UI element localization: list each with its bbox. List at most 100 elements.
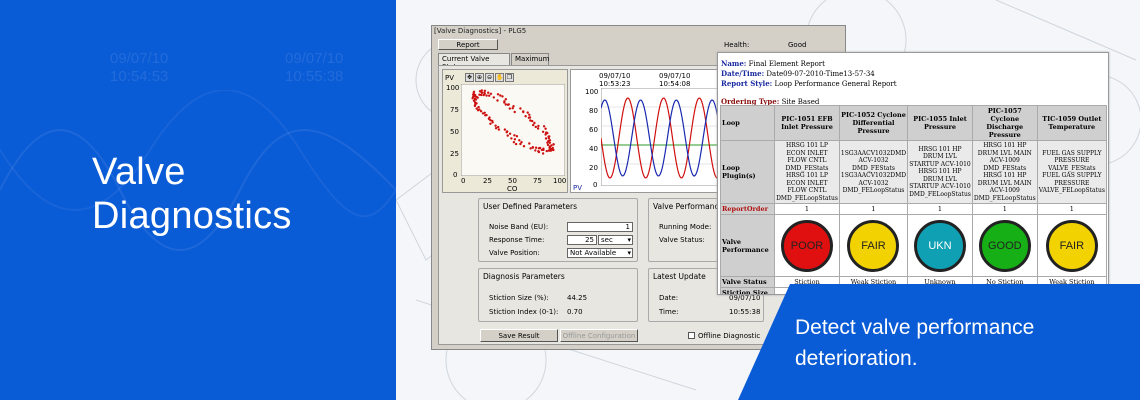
pan-tool-icon[interactable]: ✥ (465, 73, 474, 82)
scatter-point (473, 97, 477, 101)
scatter-point (536, 127, 540, 130)
scatter-point (499, 94, 502, 97)
valve-performance-cell: POOR (774, 214, 840, 277)
response-time-label: Response Time: (489, 236, 545, 244)
scatter-point (501, 95, 504, 98)
xy-scatter-area (461, 84, 565, 176)
report-cell-loop: PIC-1057 Cyclone Discharge Pressure (971, 105, 1038, 141)
scatter-point (482, 93, 485, 97)
report-cell-order: 1 (1036, 203, 1108, 215)
scatter-point (515, 135, 519, 138)
report-cell-order: 1 (774, 203, 840, 215)
performance-indicator-circle: GOOD (978, 219, 1031, 272)
trend-ytick: 60 (589, 126, 598, 134)
report-datetime: Date/Time: Date09-07-2010-Time13-57-34 (721, 69, 875, 78)
scatter-point (552, 143, 555, 146)
performance-indicator-circle: FAIR (1045, 219, 1098, 272)
save-result-button[interactable]: Save Result (480, 329, 558, 342)
response-time-input[interactable]: 25 (567, 235, 597, 245)
scatter-point (473, 104, 477, 108)
report-datetime-label: Date/Time: (721, 69, 765, 78)
xy-plot: ✥ ⊕ ⊖ ✋ ❐ PV 100 75 50 25 0 0 25 50 75 1… (442, 69, 568, 193)
scatter-point (537, 124, 540, 128)
scatter-point (491, 119, 494, 123)
stiction-index-label: Stiction Index (0-1): (489, 308, 559, 316)
report-name: Name: Final Element Report (721, 59, 825, 68)
scatter-point (508, 132, 512, 135)
scatter-point (545, 149, 548, 153)
scatter-point (513, 138, 517, 141)
scatter-point (508, 107, 511, 110)
scatter-point (519, 107, 522, 110)
offline-diagnostic-checkbox[interactable] (688, 332, 695, 339)
report-style-value: Loop Performance General Report (774, 80, 897, 88)
valve-position-value: Not Available (570, 249, 617, 257)
report-row-label: Stiction Size (719, 287, 776, 294)
copy-icon[interactable]: ❐ (505, 73, 514, 82)
stiction-index-value: 0.70 (567, 308, 583, 316)
performance-indicator-circle: FAIR (847, 219, 900, 272)
response-unit-select[interactable]: sec ▾ (598, 235, 633, 245)
scatter-point (544, 137, 548, 140)
report-cell-plugins: FUEL GAS SUPPLY PRESSURE VALVE_FEStats F… (1036, 140, 1108, 204)
scatter-point (494, 124, 497, 127)
report-table: Loop PIC-1051 EFB Inlet Pressure PIC-1052 … (719, 105, 1108, 294)
report-row-label: ReportOrder (719, 203, 776, 215)
scatter-point (475, 107, 478, 110)
hand-tool-icon[interactable]: ✋ (495, 73, 504, 82)
offline-diagnostic-label: Offline Diagnostic (698, 332, 761, 340)
zoom-in-icon[interactable]: ⊕ (475, 73, 484, 82)
scatter-point (544, 127, 547, 130)
trend-time-1: 09/07/10 10:53:23 (599, 72, 631, 88)
scatter-point (528, 142, 531, 145)
xy-ytick: 75 (450, 106, 459, 114)
report-button[interactable]: Report (438, 39, 498, 50)
noise-band-input[interactable]: 1 (567, 222, 633, 232)
xy-xlabel: CO (507, 185, 518, 193)
scatter-point (512, 141, 516, 144)
scatter-point (489, 92, 493, 95)
report-row-plugins: Loop Plugin(s) HRSG 101 LP ECON INLET FLO… (719, 140, 1108, 204)
valve-performance-cell: UKN (907, 214, 973, 277)
scatter-point (548, 139, 552, 142)
report-cell-order: 1 (907, 203, 973, 215)
zoom-out-icon[interactable]: ⊖ (485, 73, 494, 82)
valve-performance-title: Valve Performance (653, 202, 724, 211)
valve-position-select[interactable]: Not Available ▾ (567, 248, 633, 258)
banner-title-line1: Valve (92, 151, 186, 193)
date-label: Date: (659, 294, 679, 302)
valve-performance-cell: GOOD (971, 214, 1038, 277)
running-mode-label: Running Mode: (659, 223, 712, 231)
scatter-point (492, 96, 495, 99)
user-params-title: User Defined Parameters (483, 202, 578, 211)
offline-configuration-button[interactable]: Offline Configuration (560, 329, 638, 342)
report-cell-loop: PIC-1052 Cyclone Differential Pressure (838, 105, 909, 141)
tab-maximum[interactable]: Maximum (511, 53, 550, 65)
performance-indicator-circle: POOR (781, 219, 833, 272)
health-value: Good (788, 41, 807, 49)
xy-xtick: 0 (461, 177, 466, 185)
report-row-perf: Valve Performance POOR FAIR UKN GOOD FAIR (719, 214, 1108, 277)
xy-ytick: 25 (450, 150, 459, 158)
trend-ytick: 20 (589, 164, 598, 172)
scatter-point (547, 149, 551, 152)
report-datetime-value: Date09-07-2010-Time13-57-34 (766, 70, 875, 78)
scatter-point (472, 90, 476, 93)
scatter-point (505, 131, 508, 134)
scatter-point (548, 141, 551, 144)
tab-current-valve-status[interactable]: Current Valve Status (438, 53, 510, 71)
scatter-point (518, 139, 521, 142)
scatter-point (531, 146, 534, 149)
report-cell-plugins: HRSG 101 HP DRUM LVL MAIN ACV-1009 DMD_F… (971, 140, 1038, 204)
trend-ytick: 0 (593, 181, 598, 189)
noise-band-label: Noise Band (EU): (489, 223, 549, 231)
scatter-point (541, 152, 545, 155)
valve-performance-cell: FAIR (838, 214, 909, 277)
scatter-point (510, 137, 513, 140)
scatter-point (542, 125, 546, 128)
scatter-point (480, 93, 483, 97)
scatter-point (496, 99, 499, 102)
xy-ylabel: PV (445, 74, 455, 82)
scatter-point (513, 110, 516, 114)
plot-toolbar: ✥ ⊕ ⊖ ✋ ❐ (465, 73, 514, 82)
